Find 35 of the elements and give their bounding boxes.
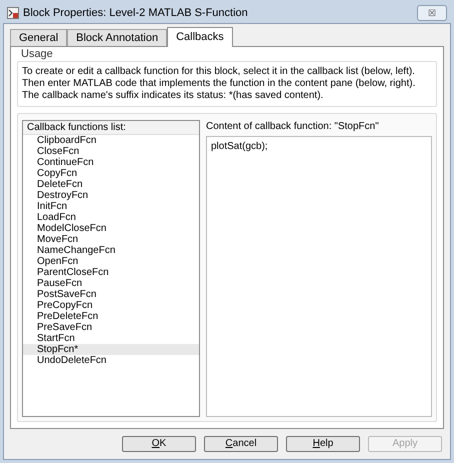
list-item[interactable]: StartFcn — [23, 333, 199, 344]
list-item[interactable]: InitFcn — [23, 201, 199, 212]
group-title: Usage — [21, 47, 54, 61]
tab[interactable]: General — [10, 29, 68, 46]
list-item[interactable]: ModelCloseFcn — [23, 223, 199, 234]
list-item[interactable]: OpenFcn — [23, 256, 199, 267]
list-item[interactable]: PreSaveFcn — [23, 322, 199, 333]
list-item[interactable]: LoadFcn — [23, 212, 199, 223]
content-label: Content of callback function: "StopFcn" — [206, 120, 380, 134]
list-item[interactable]: DeleteFcn — [23, 179, 199, 190]
list-item[interactable]: NameChangeFcn — [23, 245, 199, 256]
dialog-button[interactable]: OK — [122, 436, 196, 452]
app-icon — [7, 7, 19, 19]
list-item[interactable]: PreCopyFcn — [23, 300, 199, 311]
list-header: Callback functions list: — [23, 121, 199, 135]
tab[interactable]: Callbacks — [167, 27, 233, 47]
close-button[interactable]: ☒ — [417, 5, 447, 21]
list-item[interactable]: ContinueFcn — [23, 157, 199, 168]
list-item[interactable]: PreDeleteFcn — [23, 311, 199, 322]
dialog-button[interactable]: Cancel — [204, 436, 278, 452]
list-item[interactable]: PostSaveFcn — [23, 289, 199, 300]
usage-text: To create or edit a callback function for this block, select it in the callback list (below, left). Then enter MATLAB code that implements the function in the content pane (below, right). The callback name's suffix indicates its status: *(has saved content). — [17, 61, 437, 107]
tab[interactable]: Block Annotation — [67, 29, 168, 46]
list-item[interactable]: CloseFcn — [23, 146, 199, 157]
list-item[interactable]: CopyFcn — [23, 168, 199, 179]
list-item[interactable]: MoveFcn — [23, 234, 199, 245]
list-item[interactable]: StopFcn* — [23, 344, 199, 355]
list-item[interactable]: ClipboardFcn — [23, 135, 199, 146]
list-item[interactable]: DestroyFcn — [23, 190, 199, 201]
list-item[interactable]: UndoDeleteFcn — [23, 355, 199, 366]
list-item[interactable]: ParentCloseFcn — [23, 267, 199, 278]
code-editor[interactable]: plotSat(gcb); — [206, 136, 432, 417]
list-item[interactable]: PauseFcn — [23, 278, 199, 289]
window-title: Block Properties: Level-2 MATLAB S-Function — [23, 6, 249, 21]
dialog-button[interactable]: Help — [286, 436, 360, 452]
